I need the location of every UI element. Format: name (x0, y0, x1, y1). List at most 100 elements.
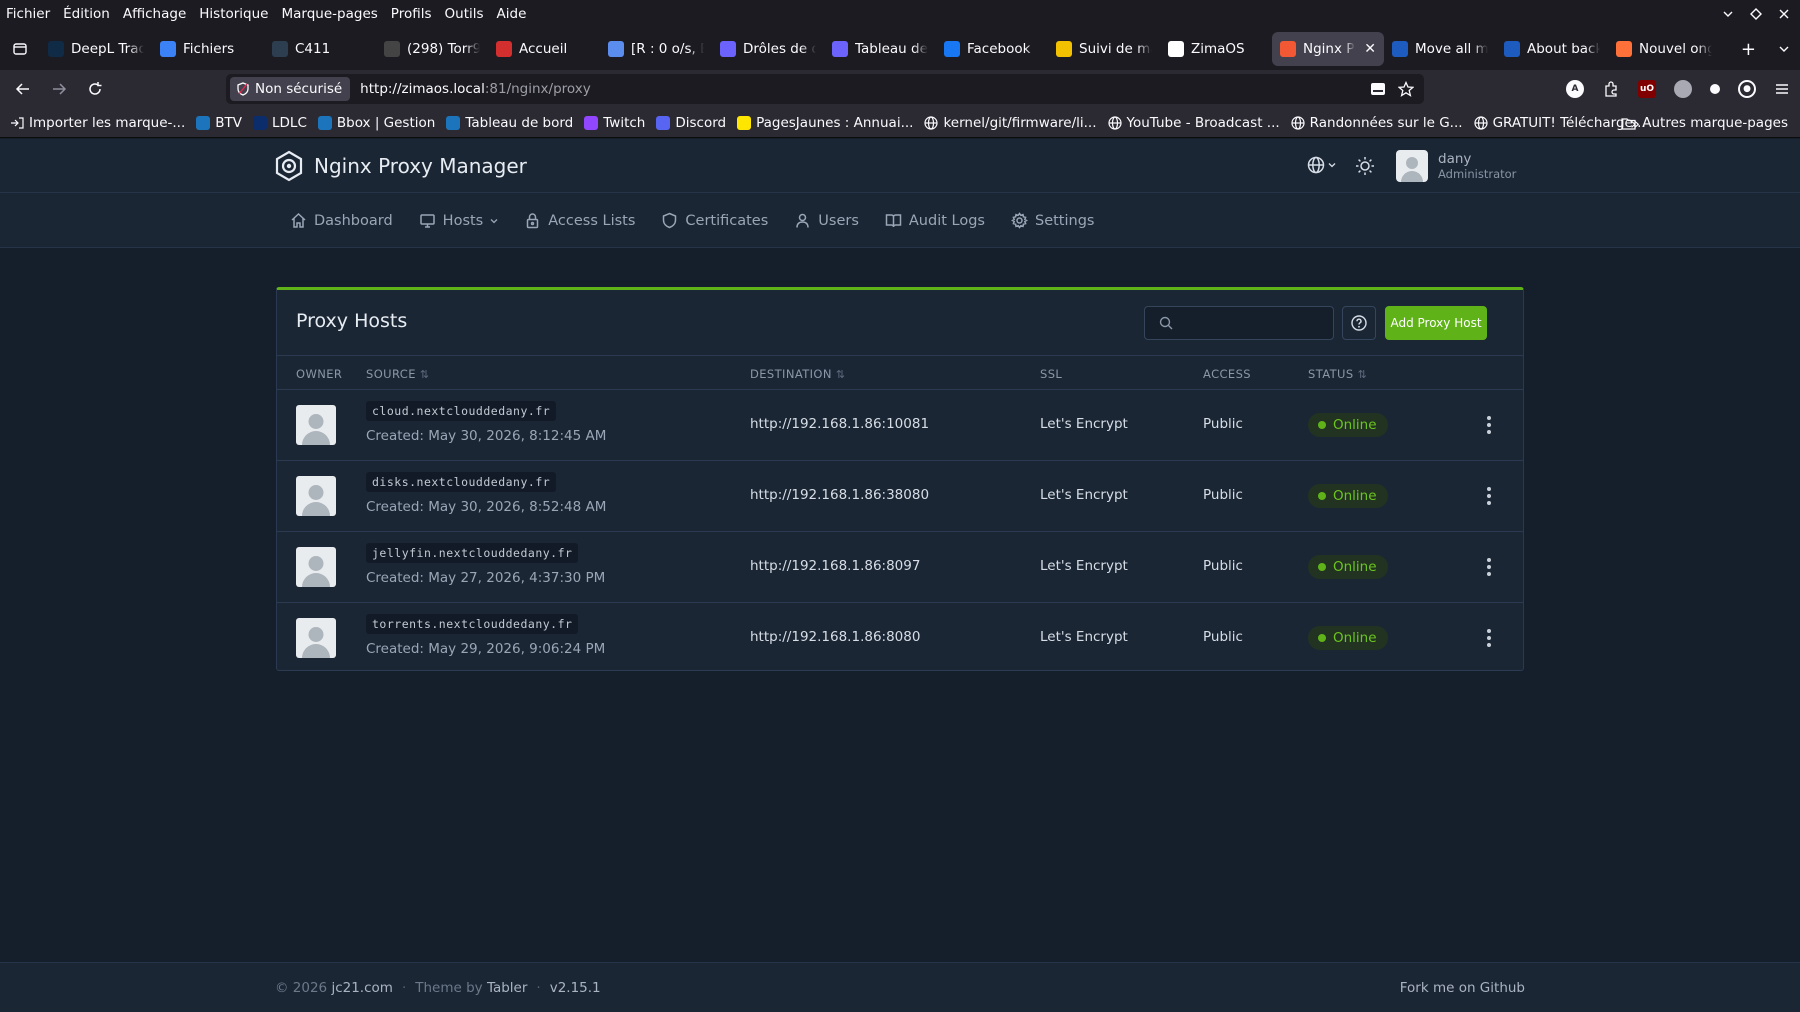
search-input[interactable] (1183, 315, 1323, 331)
sort-icon[interactable]: ⇅ (420, 368, 430, 381)
browser-tab[interactable]: DeepL Trad (40, 32, 152, 66)
list-all-tabs-icon[interactable] (1778, 43, 1790, 55)
browser-tab[interactable]: Accueil (488, 32, 600, 66)
row-actions-menu[interactable] (1481, 554, 1497, 580)
menu-affichage[interactable]: Affichage (123, 6, 186, 22)
help-button[interactable] (1342, 306, 1376, 340)
browser-tab[interactable]: Nouvel ong (1608, 32, 1720, 66)
browser-tab[interactable]: Move all my (1384, 32, 1496, 66)
other-bookmarks-folder[interactable]: Autres marque-pages (1621, 108, 1788, 138)
reload-button[interactable] (77, 73, 113, 105)
source-domain[interactable]: cloud.nextclouddedany.fr (366, 401, 557, 421)
row-actions-menu[interactable] (1481, 625, 1497, 651)
nav-certificates[interactable]: Certificates (661, 212, 768, 229)
ublock-icon[interactable]: uO (1638, 80, 1656, 98)
bookmark-item[interactable]: PagesJaunes : Annuai... (737, 115, 913, 131)
browser-tab[interactable]: Drôles de d (712, 32, 824, 66)
source-domain[interactable]: torrents.nextclouddedany.fr (366, 614, 579, 634)
destination-url: http://192.168.1.86:10081 (750, 416, 930, 432)
nav-users[interactable]: Users (794, 212, 859, 229)
version-link[interactable]: v2.15.1 (550, 980, 601, 996)
jc21-link[interactable]: jc21.com (331, 980, 392, 996)
source-domain[interactable]: jellyfin.nextclouddedany.fr (366, 543, 579, 563)
nav-dashboard[interactable]: Dashboard (290, 212, 393, 229)
add-proxy-host-button[interactable]: Add Proxy Host (1385, 306, 1487, 340)
back-button[interactable] (5, 73, 41, 105)
created-date: Created: May 27, 2026, 4:37:30 PM (366, 570, 606, 586)
bookmark-item[interactable]: Twitch (584, 115, 645, 131)
theme-toggle[interactable] (1355, 156, 1375, 176)
browser-tab[interactable]: Tableau de (824, 32, 936, 66)
language-selector[interactable] (1307, 156, 1336, 174)
tab-list-icon[interactable] (8, 32, 32, 66)
close-window-icon[interactable] (1778, 8, 1790, 20)
nav-audit-logs[interactable]: Audit Logs (885, 212, 985, 229)
app-menu-icon[interactable] (1774, 81, 1790, 97)
status-badge: Online (1308, 413, 1388, 437)
extensions-puzzle-icon[interactable] (1602, 80, 1620, 98)
tabler-link[interactable]: Tabler (487, 980, 527, 996)
new-tab-icon[interactable]: + (1741, 39, 1756, 60)
column-status[interactable]: STATUS ⇅ (1308, 367, 1367, 381)
bookmark-item[interactable]: YouTube - Broadcast ... (1107, 115, 1280, 131)
url-bar[interactable]: Non sécurisé http://zimaos.local:81/ngin… (226, 74, 1424, 104)
security-indicator[interactable]: Non sécurisé (230, 77, 351, 101)
browser-tab[interactable]: Nginx Pro ✕ (1272, 32, 1384, 66)
account-icon[interactable]: A (1566, 80, 1584, 98)
column-destination[interactable]: DESTINATION ⇅ (750, 367, 846, 381)
extension-circle-icon[interactable]: ● (1738, 80, 1756, 98)
menu-historique[interactable]: Historique (199, 6, 268, 22)
ldlc-icon (253, 115, 267, 130)
column-source[interactable]: SOURCE ⇅ (366, 367, 430, 381)
nav-audit-logs-label: Audit Logs (908, 212, 985, 229)
nav-hosts[interactable]: Hosts (419, 212, 499, 229)
source-domain[interactable]: disks.nextclouddedany.fr (366, 472, 557, 492)
menu-fichier[interactable]: Fichier (6, 6, 50, 22)
browser-tab[interactable]: About back (1496, 32, 1608, 66)
brand[interactable]: Nginx Proxy Manager (274, 150, 527, 182)
bookmark-star-icon[interactable] (1398, 81, 1414, 97)
user-menu[interactable]: dany Administrator (1396, 150, 1516, 182)
fork-github-link[interactable]: Fork me on Github (1400, 980, 1525, 996)
browser-tab[interactable]: ZimaOS (1160, 32, 1272, 66)
browser-tab[interactable]: Fichiers (152, 32, 264, 66)
search-field[interactable] (1144, 306, 1334, 340)
bookmark-item[interactable]: Bbox | Gestion (317, 115, 435, 131)
extension-grey-icon[interactable] (1674, 80, 1692, 98)
forward-button[interactable] (41, 73, 77, 105)
bookmark-item[interactable]: GRATUIT! Télécharge... (1473, 115, 1646, 131)
browser-tab[interactable]: C411 (264, 32, 376, 66)
nav-dashboard-label: Dashboard (314, 212, 393, 229)
minimize-icon[interactable] (1722, 8, 1734, 20)
url-text[interactable]: http://zimaos.local:81/nginx/proxy (360, 81, 591, 97)
browser-tab[interactable]: Suivi de ma (1048, 32, 1160, 66)
bookmark-item[interactable]: kernel/git/firmware/li... (924, 115, 1097, 131)
close-tab-icon[interactable]: ✕ (1364, 41, 1376, 57)
menu-edition[interactable]: Édition (63, 6, 110, 22)
bookmark-item[interactable]: Discord (656, 115, 726, 131)
bookmark-item[interactable]: Importer les marque-... (10, 115, 185, 131)
bookmark-item[interactable]: Tableau de bord (446, 115, 573, 131)
menu-outils[interactable]: Outils (445, 6, 484, 22)
destination-url: http://192.168.1.86:8080 (750, 629, 921, 645)
menu-profils[interactable]: Profils (391, 6, 432, 22)
browser-tab[interactable]: (298) Torr9 (376, 32, 488, 66)
row-actions-menu[interactable] (1481, 412, 1497, 438)
translate-icon[interactable] (1370, 82, 1386, 96)
bookmark-item[interactable]: LDLC (253, 115, 307, 131)
extension-dot-icon[interactable] (1710, 84, 1720, 94)
row-actions-menu[interactable] (1481, 483, 1497, 509)
menu-aide[interactable]: Aide (497, 6, 527, 22)
sort-icon[interactable]: ⇅ (1358, 368, 1368, 381)
browser-tab[interactable]: [R : 0 o/s, E (600, 32, 712, 66)
bookmark-item[interactable]: BTV (196, 115, 242, 131)
accueil-icon (496, 41, 512, 57)
maximize-icon[interactable] (1750, 8, 1762, 20)
browser-tab[interactable]: Facebook (936, 32, 1048, 66)
bookmark-item[interactable]: Randonnées sur le G... (1291, 115, 1463, 131)
tab-title: C411 (295, 41, 331, 57)
nav-access-lists[interactable]: Access Lists (524, 212, 635, 229)
sort-icon[interactable]: ⇅ (836, 368, 846, 381)
menu-marque-pages[interactable]: Marque-pages (282, 6, 378, 22)
nav-settings[interactable]: Settings (1011, 212, 1094, 229)
